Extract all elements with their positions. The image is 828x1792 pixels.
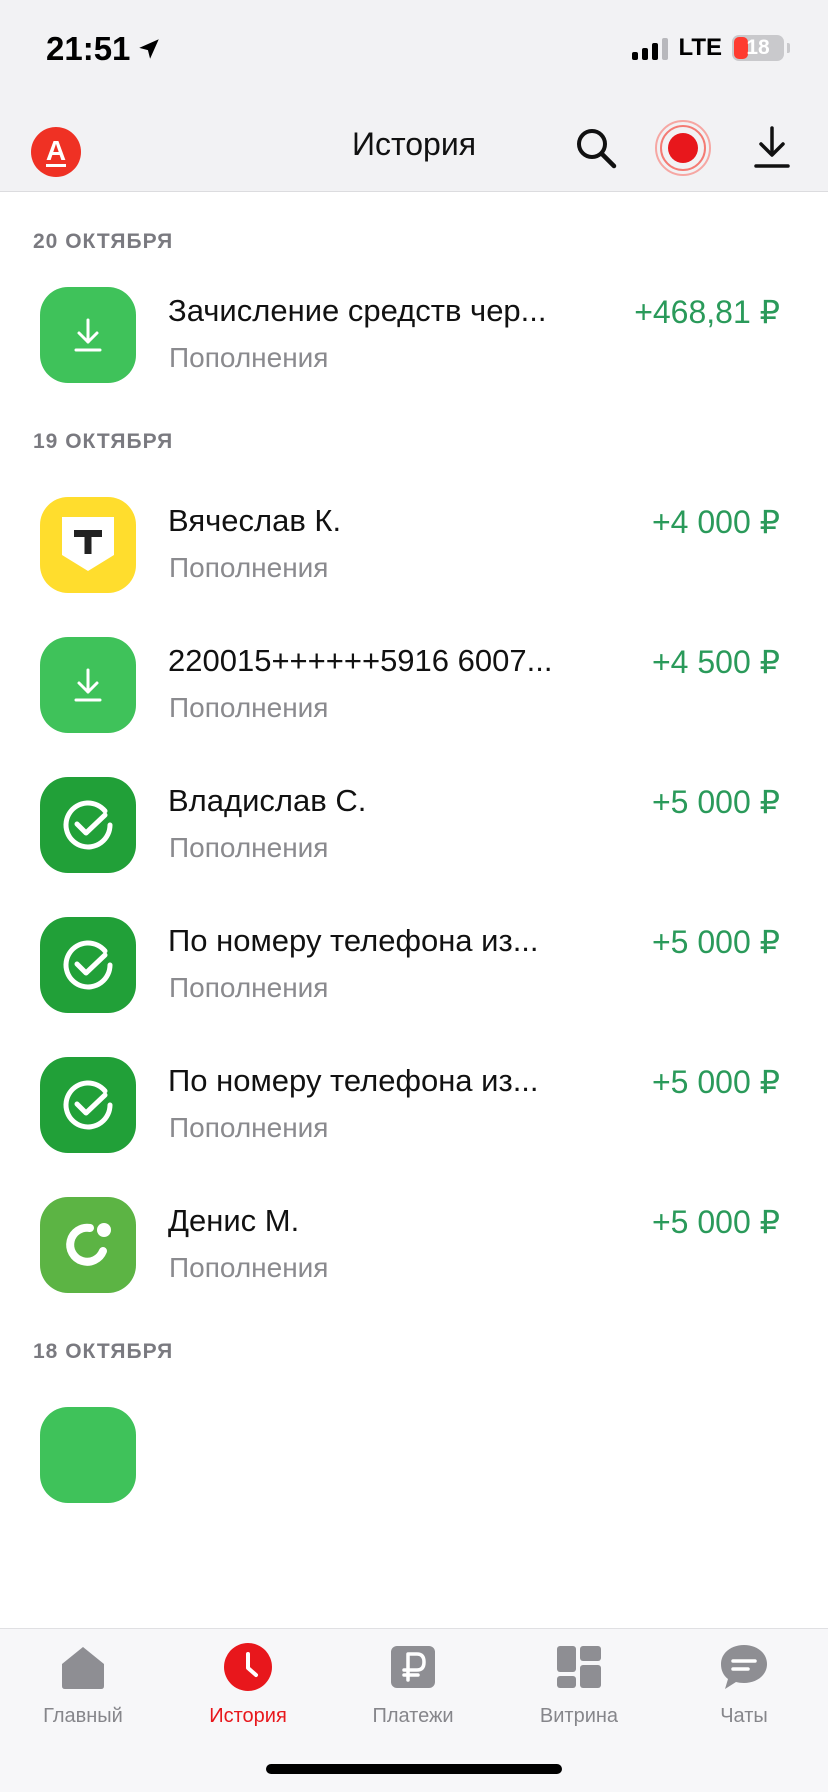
sber-check-icon xyxy=(40,777,136,873)
transaction-list[interactable]: 20 ОКТЯБРЯ Зачисление средств чер... Поп… xyxy=(0,192,828,1628)
network-type: LTE xyxy=(678,34,722,61)
transaction-title: Владислав С. xyxy=(168,783,367,818)
transaction-category: Пополнения xyxy=(169,972,329,1003)
transaction-row[interactable]: По номеру телефона из... Пополнения +5 0… xyxy=(0,917,828,1047)
status-indicators: LTE 18 xyxy=(632,34,790,62)
sber-check-icon xyxy=(40,1057,136,1153)
transaction-amount: +5 000 ₽ xyxy=(651,784,780,820)
battery-level: 18 xyxy=(746,36,770,59)
transaction-category: Пополнения xyxy=(169,342,329,373)
transaction-amount: +4 500 ₽ xyxy=(651,644,780,680)
record-ring xyxy=(660,125,706,171)
transaction-amount: +4 000 ₽ xyxy=(651,504,780,540)
tab-showcase[interactable]: Витрина xyxy=(496,1641,662,1728)
top-bar: 21:51 LTE 18 А История xyxy=(0,0,828,192)
tab-payments[interactable]: Платежи xyxy=(330,1641,496,1728)
chat-icon xyxy=(718,1641,770,1693)
transaction-row[interactable]: 220015++++++5916 6007... Пополнения +4 5… xyxy=(0,637,828,767)
tab-label: Витрина xyxy=(539,1705,619,1727)
home-indicator[interactable] xyxy=(266,1764,562,1774)
battery-cap xyxy=(787,43,790,53)
download-icon xyxy=(40,287,136,383)
transaction-title: Зачисление средств чер... xyxy=(168,293,547,328)
transaction-category: Пополнения xyxy=(169,552,329,583)
transaction-row[interactable]: Денис М. Пополнения +5 000 ₽ xyxy=(0,1197,828,1327)
section-date: 18 ОКТЯБРЯ xyxy=(33,1340,174,1363)
status-time: 21:51 xyxy=(46,30,162,68)
ruble-icon xyxy=(387,1641,439,1693)
section-date: 20 ОКТЯБРЯ xyxy=(33,230,174,253)
transaction-amount: +5 000 ₽ xyxy=(651,1204,780,1240)
transaction-row[interactable]: Зачисление средств чер... Пополнения +46… xyxy=(0,287,828,417)
transaction-category: Пополнения xyxy=(169,1112,329,1143)
transaction-row[interactable]: По номеру телефона из... Пополнения +5 0… xyxy=(0,1057,828,1187)
tab-chats[interactable]: Чаты xyxy=(661,1641,827,1728)
transaction-title: По номеру телефона из... xyxy=(168,923,539,958)
tab-label: Главный xyxy=(43,1705,123,1727)
transaction-title: Вячеслав К. xyxy=(168,503,342,538)
ozon-ring-icon xyxy=(40,1197,136,1293)
download-icon[interactable] xyxy=(752,124,792,170)
tab-label: Платежи xyxy=(372,1705,454,1727)
transaction-amount: +468,81 ₽ xyxy=(634,294,780,330)
status-bar: 21:51 LTE 18 xyxy=(0,0,828,100)
tab-label: Чаты xyxy=(720,1705,768,1727)
tab-label: История xyxy=(209,1705,287,1727)
navigation-bar: А История xyxy=(0,100,828,192)
transaction-category: Пополнения xyxy=(169,692,329,723)
transaction-category: Пополнения xyxy=(169,1252,329,1283)
download-icon xyxy=(40,637,136,733)
tab-home[interactable]: Главный xyxy=(0,1641,166,1728)
transaction-title: По номеру телефона из... xyxy=(168,1063,539,1098)
transaction-amount: +5 000 ₽ xyxy=(651,1064,780,1100)
search-icon[interactable] xyxy=(574,126,618,170)
transaction-row[interactable]: Владислав С. Пополнения +5 000 ₽ xyxy=(0,777,828,907)
grid-icon xyxy=(553,1641,605,1693)
signal-icon xyxy=(632,36,669,60)
transaction-category: Пополнения xyxy=(169,832,329,863)
record-dot-icon xyxy=(668,133,698,163)
status-time-text: 21:51 xyxy=(46,30,131,67)
tab-history[interactable]: История xyxy=(165,1641,331,1728)
home-icon xyxy=(57,1641,109,1693)
transaction-row[interactable]: Вячеслав К. Пополнения +4 000 ₽ xyxy=(0,497,828,627)
location-arrow-icon xyxy=(139,39,160,59)
download-icon xyxy=(40,1407,136,1503)
record-button[interactable] xyxy=(655,120,711,176)
transaction-title: Денис М. xyxy=(168,1203,300,1238)
tbank-shield-icon xyxy=(40,497,136,593)
transaction-row-partial[interactable] xyxy=(0,1407,828,1537)
battery-icon: 18 xyxy=(732,35,784,61)
transaction-title: 220015++++++5916 6007... xyxy=(168,643,553,678)
clock-icon xyxy=(222,1641,274,1693)
transaction-amount: +5 000 ₽ xyxy=(651,924,780,960)
sber-check-icon xyxy=(40,917,136,1013)
section-date: 19 ОКТЯБРЯ xyxy=(33,430,174,453)
